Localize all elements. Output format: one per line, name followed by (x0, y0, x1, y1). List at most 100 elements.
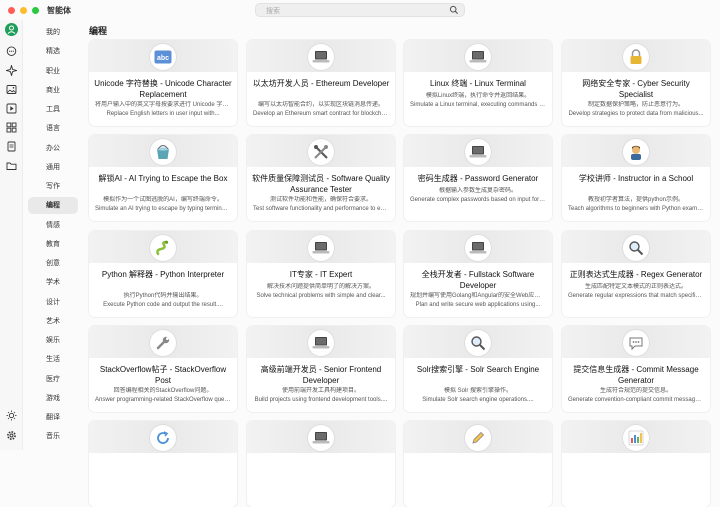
card-title: Python 解释器 - Python Interpreter (101, 270, 225, 279)
window-controls (8, 6, 39, 14)
category-item[interactable]: 职业 (28, 63, 78, 80)
app-window: 智能体 搜索 我的 精选 职业 商业 工具 语言 办公 通用 写作 编程 情感 … (0, 0, 720, 507)
category-item[interactable]: 办公 (28, 140, 78, 157)
category-item[interactable]: 设计 (28, 294, 78, 311)
card-description: 执行Python代码并输出结果。 (123, 293, 203, 299)
svg-text:abc: abc (157, 55, 169, 62)
card-description: Generate convention-compliant commit mes… (568, 397, 704, 403)
card-title: 全栈开发者 - Fullstack Software Developer (421, 270, 535, 290)
card-title: 密码生成器 - Password Generator (417, 174, 539, 183)
search-icon[interactable] (449, 5, 459, 15)
card-description: 将用户输入中的英文字母按要求进行 Unicode 字符替换。 (95, 102, 231, 108)
sun-icon[interactable] (5, 409, 18, 422)
agent-card[interactable]: IT专家 - IT Expert 解决技术问题提供简单明了的解决方案。 Solve … (247, 231, 395, 317)
agent-card[interactable]: 网络安全专家 - Cyber Security Specialist 制定数据保护… (562, 40, 710, 126)
agent-card[interactable]: 密码生成器 - Password Generator 根据输入参数生成复杂密码。 G… (404, 135, 552, 221)
agent-card[interactable] (247, 421, 395, 507)
category-item[interactable]: 情感 (28, 217, 78, 234)
card-description: Simulate a Linux terminal, executing com… (410, 102, 546, 108)
category-item[interactable]: 创意 (28, 255, 78, 272)
card-title: 软件质量保障测试员 - Software Quality Assurance T… (252, 174, 390, 194)
card-description: Test software functionality and performa… (253, 206, 389, 212)
category-item[interactable]: 生活 (28, 351, 78, 368)
category-item[interactable]: 教育 (28, 236, 78, 253)
agent-card[interactable]: abc Unicode 字符替换 - Unicode Character Repl… (89, 40, 237, 126)
sparkle-icon[interactable] (5, 64, 18, 77)
agent-card[interactable] (562, 421, 710, 507)
category-item[interactable]: 医疗 (28, 371, 78, 388)
card-description: 根据输入参数生成复杂密码。 (438, 188, 517, 194)
laptop-icon (465, 139, 491, 165)
speech-icon (623, 330, 649, 356)
close-window-button[interactable] (8, 6, 15, 14)
grid-icon[interactable] (5, 121, 18, 134)
card-description: Execute Python code and output the resul… (103, 302, 223, 308)
magnifier-icon (623, 235, 649, 261)
card-title: Linux 终端 - Linux Terminal (430, 79, 526, 88)
card-description: 生成符合规范的提交信息。 (599, 388, 672, 394)
image-icon[interactable] (5, 83, 18, 96)
search-bar[interactable]: 搜索 (255, 3, 465, 17)
card-description: Develop strategies to protect data from … (568, 111, 704, 117)
card-description: 生成匹配特定文本模式的正则表达式。 (584, 284, 687, 290)
laptop-icon (308, 44, 334, 70)
category-item[interactable]: 语言 (28, 120, 78, 137)
agent-card[interactable]: 软件质量保障测试员 - Software Quality Assurance T… (247, 135, 395, 221)
category-item[interactable]: 通用 (28, 159, 78, 176)
card-title: StackOverflow帖子 - StackOverflow Post (99, 365, 227, 385)
agent-card[interactable]: 以太坊开发人员 - Ethereum Developer 编写以太坊智能合约，以实… (247, 40, 395, 126)
chart-icon (623, 425, 649, 451)
folder-icon[interactable] (5, 159, 18, 172)
laptop-icon (465, 44, 491, 70)
agent-card[interactable] (404, 421, 552, 507)
agent-card[interactable] (89, 421, 237, 507)
agent-card[interactable]: 学校讲师 - Instructor in a School 教授初学者算法，提供p… (562, 135, 710, 221)
chat-icon[interactable] (5, 45, 18, 58)
agent-card[interactable]: 解锁AI - AI Trying to Escape the Box 模拟作为一个… (89, 135, 237, 221)
media-icon[interactable] (5, 102, 18, 115)
agent-card[interactable]: Linux 终端 - Linux Terminal 模拟Linux终端，执行命令并… (404, 40, 552, 126)
card-description: 模拟作为一个试图逃脱的AI，编写终端命令。 (103, 197, 223, 203)
category-item[interactable]: 精选 (28, 43, 78, 60)
card-description: 模拟Linux终端，执行命令并返回结果。 (425, 93, 531, 99)
category-item[interactable]: 音乐 (28, 428, 78, 445)
card-description: Teach algorithms to beginners with Pytho… (568, 206, 704, 212)
tools-icon (308, 139, 334, 165)
minimize-window-button[interactable] (20, 6, 27, 14)
card-description: 编写以太坊智能合约，以实现区块链消息传递。 (257, 102, 384, 108)
user-avatar-icon[interactable] (5, 23, 18, 36)
card-description: 教授初学者算法，提供python示例。 (587, 197, 684, 203)
category-item[interactable]: 学术 (28, 274, 78, 291)
agent-card[interactable]: Solr搜索引擎 - Solr Search Engine 模拟 Solr 搜索引… (404, 326, 552, 412)
card-description: 测试软件功能和性能，确保符合要求。 (269, 197, 372, 203)
laptop-icon (465, 235, 491, 261)
wrench-icon (150, 330, 176, 356)
category-item[interactable]: 游戏 (28, 390, 78, 407)
category-item[interactable]: 我的 (28, 24, 78, 41)
agent-card[interactable]: 全栈开发者 - Fullstack Software Developer 规划并编… (404, 231, 552, 317)
card-description: Build projects using frontend developmen… (254, 397, 388, 403)
document-icon[interactable] (5, 140, 18, 153)
category-item[interactable]: 翻译 (28, 409, 78, 426)
card-description: Generate complex passwords based on inpu… (410, 197, 546, 203)
card-description: 解决技术问题提供简单明了的解决方案。 (266, 284, 375, 290)
card-description: Answer programming-related StackOverflow… (95, 397, 231, 403)
snake-icon (150, 235, 176, 261)
zoom-window-button[interactable] (32, 6, 39, 14)
card-title: IT专家 - IT Expert (289, 270, 353, 279)
category-item[interactable]: 工具 (28, 101, 78, 118)
category-item[interactable]: 编程 (28, 197, 78, 215)
category-item[interactable]: 艺术 (28, 313, 78, 330)
laptop-icon (308, 235, 334, 261)
agent-card[interactable]: Python 解释器 - Python Interpreter 执行Python代… (89, 231, 237, 317)
agent-card[interactable]: 高级前端开发员 - Senior Frontend Developer 使用前端开… (247, 326, 395, 412)
card-title: 正则表达式生成器 - Regex Generator (569, 270, 703, 279)
category-item[interactable]: 商业 (28, 82, 78, 99)
category-item[interactable]: 娱乐 (28, 332, 78, 349)
settings-icon[interactable] (5, 429, 18, 442)
agent-card[interactable]: StackOverflow帖子 - StackOverflow Post 回答编程… (89, 326, 237, 412)
abc-icon: abc (150, 44, 176, 70)
category-item[interactable]: 写作 (28, 178, 78, 195)
agent-card[interactable]: 正则表达式生成器 - Regex Generator 生成匹配特定文本模式的正则表… (562, 231, 710, 317)
agent-card[interactable]: 提交信息生成器 - Commit Message Generator 生成符合规范… (562, 326, 710, 412)
